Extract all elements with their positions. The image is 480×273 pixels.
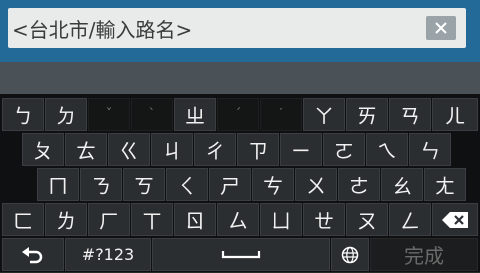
keyboard-row-5: #?123 完成 bbox=[0, 238, 480, 273]
key-a[interactable]: ㄚ bbox=[303, 98, 345, 131]
key-ou[interactable]: ㄡ bbox=[346, 203, 388, 236]
key-n[interactable]: ㄋ bbox=[80, 168, 122, 201]
key-f[interactable]: ㄈ bbox=[2, 203, 44, 236]
key-e[interactable]: ㄜ bbox=[338, 168, 380, 201]
key-sh[interactable]: ㄕ bbox=[209, 168, 251, 201]
search-input-text: <台北市/輸入路名> bbox=[12, 18, 193, 42]
key-b[interactable]: ㄅ bbox=[2, 98, 44, 131]
key-tone-4[interactable]: ˋ bbox=[131, 98, 173, 131]
key-eh[interactable]: ㄝ bbox=[303, 203, 345, 236]
header-bar: <台北市/輸入路名> bbox=[0, 0, 480, 62]
keyboard-row-2: ㄆ ㄊ ㄍ ㄐ ㄔ ㄗ ㄧ ㄛ ㄟ ㄣ bbox=[0, 133, 480, 168]
key-g[interactable]: ㄍ bbox=[108, 133, 150, 166]
key-z[interactable]: ㄗ bbox=[237, 133, 279, 166]
key-s[interactable]: ㄙ bbox=[217, 203, 259, 236]
key-c[interactable]: ㄘ bbox=[252, 168, 294, 201]
keyboard-row-1: ㄅ ㄉ ˇ ˋ ㄓ ˊ ˙ ㄚ ㄞ ㄢ ㄦ bbox=[0, 98, 480, 133]
key-p[interactable]: ㄆ bbox=[22, 133, 64, 166]
key-j[interactable]: ㄐ bbox=[151, 133, 193, 166]
key-m[interactable]: ㄇ bbox=[37, 168, 79, 201]
key-d[interactable]: ㄉ bbox=[45, 98, 87, 131]
close-icon bbox=[435, 22, 447, 34]
search-input[interactable]: <台北市/輸入路名> bbox=[8, 8, 466, 48]
key-q[interactable]: ㄑ bbox=[166, 168, 208, 201]
key-tone-3[interactable]: ˇ bbox=[88, 98, 130, 131]
key-h[interactable]: ㄏ bbox=[88, 203, 130, 236]
candidate-bar bbox=[0, 62, 480, 94]
key-tone-5[interactable]: ˙ bbox=[260, 98, 302, 131]
clear-button[interactable] bbox=[426, 16, 456, 40]
backspace-icon bbox=[442, 211, 468, 228]
return-arrow-icon bbox=[22, 246, 43, 263]
key-er[interactable]: ㄦ bbox=[432, 98, 478, 131]
key-r[interactable]: ㄖ bbox=[174, 203, 216, 236]
key-tone-2[interactable]: ˊ bbox=[217, 98, 259, 131]
key-x[interactable]: ㄒ bbox=[131, 203, 173, 236]
key-ai[interactable]: ㄞ bbox=[346, 98, 388, 131]
backspace-button[interactable] bbox=[432, 203, 478, 236]
done-button[interactable]: 完成 bbox=[370, 238, 478, 271]
key-o[interactable]: ㄛ bbox=[323, 133, 365, 166]
space-bar[interactable] bbox=[152, 238, 330, 271]
key-iu[interactable]: ㄩ bbox=[260, 203, 302, 236]
key-u[interactable]: ㄨ bbox=[295, 168, 337, 201]
key-ao[interactable]: ㄠ bbox=[381, 168, 423, 201]
globe-icon bbox=[341, 246, 359, 263]
key-i[interactable]: ㄧ bbox=[280, 133, 322, 166]
key-zh[interactable]: ㄓ bbox=[174, 98, 216, 131]
keyboard-row-3: ㄇ ㄋ ㄎ ㄑ ㄕ ㄘ ㄨ ㄜ ㄠ ㄤ bbox=[0, 168, 480, 203]
symbols-button[interactable]: #?123 bbox=[65, 238, 151, 271]
space-bar-icon bbox=[221, 250, 261, 258]
key-eng[interactable]: ㄥ bbox=[389, 203, 431, 236]
zhuyin-keyboard: ㄅ ㄉ ˇ ˋ ㄓ ˊ ˙ ㄚ ㄞ ㄢ ㄦ ㄆ ㄊ ㄍ ㄐ ㄔ ㄗ ㄧ ㄛ ㄟ … bbox=[0, 94, 480, 272]
key-an[interactable]: ㄢ bbox=[389, 98, 431, 131]
key-k[interactable]: ㄎ bbox=[123, 168, 165, 201]
key-ei[interactable]: ㄟ bbox=[366, 133, 408, 166]
key-ch[interactable]: ㄔ bbox=[194, 133, 236, 166]
back-button[interactable] bbox=[2, 238, 64, 271]
key-l[interactable]: ㄌ bbox=[45, 203, 87, 236]
key-ang[interactable]: ㄤ bbox=[424, 168, 466, 201]
keyboard-row-4: ㄈ ㄌ ㄏ ㄒ ㄖ ㄙ ㄩ ㄝ ㄡ ㄥ bbox=[0, 203, 480, 238]
key-en[interactable]: ㄣ bbox=[409, 133, 451, 166]
key-t[interactable]: ㄊ bbox=[65, 133, 107, 166]
language-button[interactable] bbox=[331, 238, 369, 271]
